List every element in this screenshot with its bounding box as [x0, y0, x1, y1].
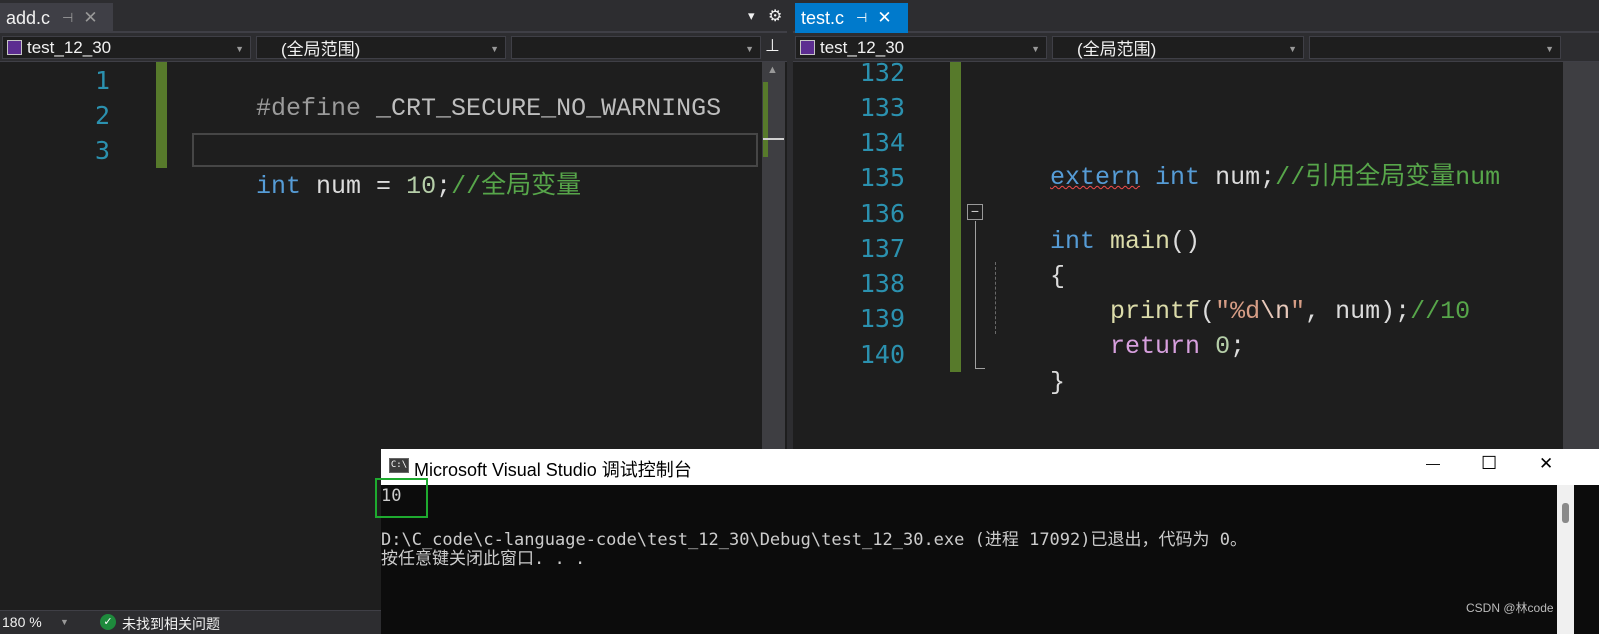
- tab-title: test.c: [801, 7, 845, 28]
- code-token: \n: [1260, 297, 1291, 326]
- code-token: #define: [256, 94, 377, 123]
- code-token: return: [1110, 332, 1201, 361]
- close-icon[interactable]: ✕: [877, 8, 891, 28]
- code-line: int num = 10;//全局变量: [196, 136, 581, 230]
- code-token: num;: [1200, 163, 1276, 192]
- project-dropdown[interactable]: test_12_30 ▼: [795, 36, 1047, 59]
- line-number: 134: [859, 128, 905, 157]
- code-token: 10: [406, 172, 437, 201]
- line-number: 140: [859, 340, 905, 369]
- line-number: 139: [859, 304, 905, 333]
- scope-dropdown[interactable]: (全局范围) ▼: [256, 36, 506, 59]
- line-number: 135: [859, 163, 905, 192]
- code-token: ": [1290, 297, 1306, 326]
- code-line: }: [990, 339, 1065, 426]
- pin-icon[interactable]: ⊣: [62, 10, 73, 26]
- tab-add-c[interactable]: add.c ⊣ ✕: [0, 3, 113, 33]
- tab-title: add.c: [6, 7, 51, 28]
- chevron-down-icon: ▼: [1031, 44, 1040, 54]
- line-number: 3: [94, 136, 110, 165]
- member-dropdown[interactable]: ▼: [1309, 36, 1561, 59]
- code-token: int: [256, 172, 302, 201]
- close-button[interactable]: ✕: [1539, 454, 1553, 474]
- scroll-up-icon[interactable]: ▲: [767, 64, 778, 76]
- gear-icon[interactable]: ⚙: [768, 6, 782, 26]
- chevron-down-icon: ▼: [745, 44, 754, 54]
- project-name: test_12_30: [820, 37, 905, 57]
- tab-test-c[interactable]: test.c ⊣ ✕: [795, 3, 908, 33]
- console-press-key-line: 按任意键关闭此窗口. . .: [381, 549, 586, 569]
- console-title: Microsoft Visual Studio 调试控制台: [414, 460, 692, 480]
- change-tracking-bar: [950, 62, 961, 372]
- right-navigation-bar: test_12_30 ▼ (全局范围) ▼ ▼: [793, 33, 1599, 62]
- scroll-change-marker: [763, 82, 768, 157]
- console-output-value: 10: [381, 486, 402, 506]
- change-tracking-bar: [156, 62, 167, 168]
- line-number: 136: [859, 199, 905, 228]
- collapse-icon[interactable]: −: [967, 204, 983, 220]
- line-number: 133: [859, 93, 905, 122]
- line-number: 137: [859, 234, 905, 263]
- chevron-down-icon: ▼: [490, 44, 499, 54]
- code-token: }: [1050, 368, 1066, 397]
- console-scroll-thumb[interactable]: [1562, 503, 1569, 523]
- console-title-bar[interactable]: C:\ Microsoft Visual Studio 调试控制台 — ☐ ✕: [381, 449, 1599, 485]
- outline-line: [975, 221, 976, 368]
- project-icon: [800, 40, 815, 55]
- scope-label: (全局范围): [281, 40, 361, 59]
- glyph-margin: [0, 62, 38, 610]
- code-token: (): [1170, 227, 1201, 256]
- scope-dropdown[interactable]: (全局范围) ▼: [1052, 36, 1304, 59]
- scroll-caret-marker: [763, 138, 784, 140]
- code-token: //引用全局变量num: [1275, 163, 1501, 192]
- line-number: 132: [859, 58, 905, 87]
- split-window-icon[interactable]: ⊥: [765, 36, 780, 56]
- code-token: main: [1110, 227, 1171, 256]
- project-name: test_12_30: [27, 37, 112, 57]
- maximize-button[interactable]: ☐: [1481, 453, 1497, 474]
- code-token: , num);: [1305, 297, 1411, 326]
- code-token: //10: [1410, 297, 1471, 326]
- issues-status[interactable]: 未找到相关问题: [122, 614, 220, 634]
- check-icon: ✓: [100, 614, 116, 630]
- outline-line: [975, 368, 985, 369]
- left-navigation-bar: test_12_30 ▼ (全局范围) ▼ ▼ ⊥: [0, 33, 787, 62]
- chevron-down-icon[interactable]: ▼: [60, 617, 69, 627]
- code-token: 0: [1215, 332, 1231, 361]
- watermark: CSDN @林code: [1466, 601, 1554, 615]
- line-number: 138: [859, 269, 905, 298]
- zoom-level[interactable]: 180 %: [2, 614, 42, 630]
- tab-list-dropdown-icon[interactable]: ▾: [748, 8, 755, 24]
- code-token: extern: [1050, 163, 1141, 192]
- chevron-down-icon: ▼: [1545, 44, 1554, 54]
- line-number: 2: [94, 101, 110, 130]
- project-dropdown[interactable]: test_12_30 ▼: [2, 36, 251, 59]
- chevron-down-icon: ▼: [1288, 44, 1297, 54]
- code-token: num =: [301, 172, 407, 201]
- console-scrollbar[interactable]: [1557, 485, 1574, 634]
- scope-label: (全局范围): [1077, 40, 1157, 59]
- code-token: //全局变量: [451, 172, 582, 201]
- member-dropdown[interactable]: ▼: [511, 36, 761, 59]
- chevron-down-icon: ▼: [235, 44, 244, 54]
- code-token: ;: [1230, 332, 1246, 361]
- code-token: int: [1155, 163, 1201, 192]
- minimize-button[interactable]: —: [1426, 455, 1440, 471]
- line-number: 1: [94, 66, 110, 95]
- left-tab-strip: add.c ⊣ ✕ ▾ ⚙: [0, 0, 787, 33]
- right-tab-strip: test.c ⊣ ✕: [793, 0, 1599, 33]
- console-app-icon: C:\: [389, 458, 409, 473]
- project-icon: [7, 40, 22, 55]
- pin-icon[interactable]: ⊣: [856, 10, 867, 26]
- close-icon[interactable]: ✕: [83, 8, 97, 28]
- code-token: ;: [436, 172, 452, 201]
- debug-console-window[interactable]: C:\ Microsoft Visual Studio 调试控制台 — ☐ ✕ …: [375, 449, 1599, 634]
- code-token: _CRT_SECURE_NO_WARNINGS: [376, 94, 722, 123]
